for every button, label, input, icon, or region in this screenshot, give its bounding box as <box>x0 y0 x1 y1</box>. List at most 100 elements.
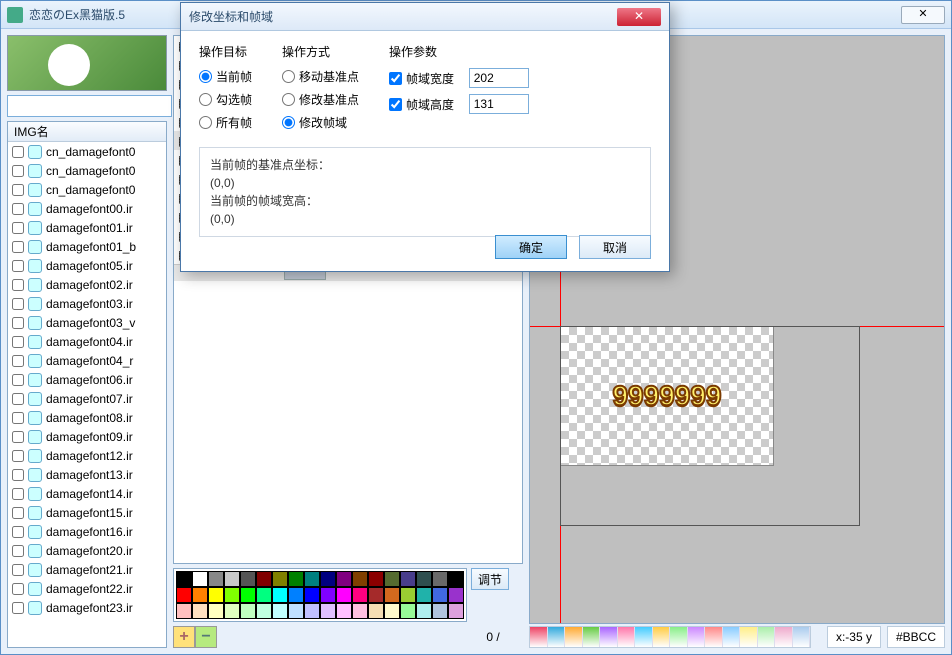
main-close-button[interactable]: ✕ <box>901 6 945 24</box>
palette-swatch[interactable] <box>224 603 240 619</box>
list-item[interactable]: damagefont16.ir <box>8 522 166 541</box>
palette-swatch[interactable] <box>320 571 336 587</box>
palette-swatch[interactable] <box>384 603 400 619</box>
radio-checked-frames[interactable] <box>199 93 212 106</box>
tool-icon[interactable] <box>635 627 653 647</box>
list-item[interactable]: damagefont04_r <box>8 351 166 370</box>
list-item-checkbox[interactable] <box>12 526 24 538</box>
list-item-checkbox[interactable] <box>12 431 24 443</box>
tool-icon[interactable] <box>740 627 758 647</box>
palette-swatch[interactable] <box>176 571 192 587</box>
list-item-checkbox[interactable] <box>12 507 24 519</box>
list-item-checkbox[interactable] <box>12 374 24 386</box>
adjust-button[interactable]: 调节 <box>471 568 509 590</box>
palette-swatch[interactable] <box>176 603 192 619</box>
palette-swatch[interactable] <box>368 587 384 603</box>
list-item[interactable]: damagefont03.ir <box>8 294 166 313</box>
palette-swatch[interactable] <box>400 603 416 619</box>
list-item-checkbox[interactable] <box>12 583 24 595</box>
list-item[interactable]: cn_damagefont0 <box>8 142 166 161</box>
palette-swatch[interactable] <box>432 571 448 587</box>
tool-icon[interactable] <box>688 627 706 647</box>
cancel-button[interactable]: 取消 <box>579 235 651 259</box>
list-item[interactable]: damagefont15.ir <box>8 503 166 522</box>
palette-swatch[interactable] <box>320 603 336 619</box>
palette-swatch[interactable] <box>304 571 320 587</box>
radio-all-frames[interactable] <box>199 116 212 129</box>
palette-swatch[interactable] <box>272 571 288 587</box>
palette-swatch[interactable] <box>304 587 320 603</box>
tool-icon[interactable] <box>793 627 811 647</box>
list-item[interactable]: damagefont20.ir <box>8 541 166 560</box>
tool-icon[interactable] <box>670 627 688 647</box>
list-item-checkbox[interactable] <box>12 355 24 367</box>
list-item-checkbox[interactable] <box>12 317 24 329</box>
list-item-checkbox[interactable] <box>12 564 24 576</box>
tool-icon[interactable] <box>705 627 723 647</box>
tool-icon[interactable] <box>723 627 741 647</box>
tool-icon[interactable] <box>758 627 776 647</box>
palette-swatch[interactable] <box>320 587 336 603</box>
palette-swatch[interactable] <box>384 571 400 587</box>
palette-swatch[interactable] <box>416 571 432 587</box>
bounding-box[interactable] <box>560 326 860 526</box>
list-item[interactable]: damagefont23.ir <box>8 598 166 617</box>
list-item-checkbox[interactable] <box>12 222 24 234</box>
palette-swatch[interactable] <box>288 571 304 587</box>
list-item-checkbox[interactable] <box>12 450 24 462</box>
list-item-checkbox[interactable] <box>12 146 24 158</box>
list-item[interactable]: damagefont09.ir <box>8 427 166 446</box>
radio-current-frame[interactable] <box>199 70 212 83</box>
list-item-checkbox[interactable] <box>12 469 24 481</box>
tool-icon[interactable] <box>548 627 566 647</box>
list-item-checkbox[interactable] <box>12 412 24 424</box>
list-item-checkbox[interactable] <box>12 165 24 177</box>
img-list-header[interactable]: IMG名 <box>8 122 166 142</box>
list-item[interactable]: damagefont03_v <box>8 313 166 332</box>
input-height[interactable] <box>469 94 529 114</box>
radio-move-base[interactable] <box>282 70 295 83</box>
palette-swatch[interactable] <box>400 571 416 587</box>
palette-swatch[interactable] <box>400 587 416 603</box>
palette-swatch[interactable] <box>384 587 400 603</box>
palette-swatch[interactable] <box>352 603 368 619</box>
list-item-checkbox[interactable] <box>12 393 24 405</box>
palette-swatch[interactable] <box>208 603 224 619</box>
palette-swatch[interactable] <box>192 603 208 619</box>
dialog-close-button[interactable]: ✕ <box>617 8 661 26</box>
palette-swatch[interactable] <box>368 603 384 619</box>
color-palette[interactable] <box>173 568 467 622</box>
list-item-checkbox[interactable] <box>12 602 24 614</box>
list-item-checkbox[interactable] <box>12 336 24 348</box>
palette-swatch[interactable] <box>352 571 368 587</box>
list-item[interactable]: damagefont04.ir <box>8 332 166 351</box>
palette-swatch[interactable] <box>176 587 192 603</box>
palette-swatch[interactable] <box>208 587 224 603</box>
list-item-checkbox[interactable] <box>12 488 24 500</box>
palette-swatch[interactable] <box>448 603 464 619</box>
palette-swatch[interactable] <box>352 587 368 603</box>
list-item-checkbox[interactable] <box>12 279 24 291</box>
list-item[interactable]: damagefont21.ir <box>8 560 166 579</box>
list-item-checkbox[interactable] <box>12 545 24 557</box>
zoom-minus-button[interactable]: − <box>195 626 217 648</box>
palette-swatch[interactable] <box>256 603 272 619</box>
list-item[interactable]: damagefont13.ir <box>8 465 166 484</box>
list-item[interactable]: damagefont08.ir <box>8 408 166 427</box>
palette-swatch[interactable] <box>224 571 240 587</box>
list-item[interactable]: damagefont06.ir <box>8 370 166 389</box>
list-item-checkbox[interactable] <box>12 203 24 215</box>
zoom-plus-button[interactable]: + <box>173 626 195 648</box>
tool-icon[interactable] <box>653 627 671 647</box>
tool-icon[interactable] <box>600 627 618 647</box>
palette-swatch[interactable] <box>192 571 208 587</box>
list-item-checkbox[interactable] <box>12 241 24 253</box>
ok-button[interactable]: 确定 <box>495 235 567 259</box>
palette-swatch[interactable] <box>208 571 224 587</box>
palette-swatch[interactable] <box>416 603 432 619</box>
tool-icon[interactable] <box>530 627 548 647</box>
palette-swatch[interactable] <box>432 587 448 603</box>
palette-swatch[interactable] <box>288 603 304 619</box>
list-item[interactable]: damagefont01_b <box>8 237 166 256</box>
palette-swatch[interactable] <box>368 571 384 587</box>
